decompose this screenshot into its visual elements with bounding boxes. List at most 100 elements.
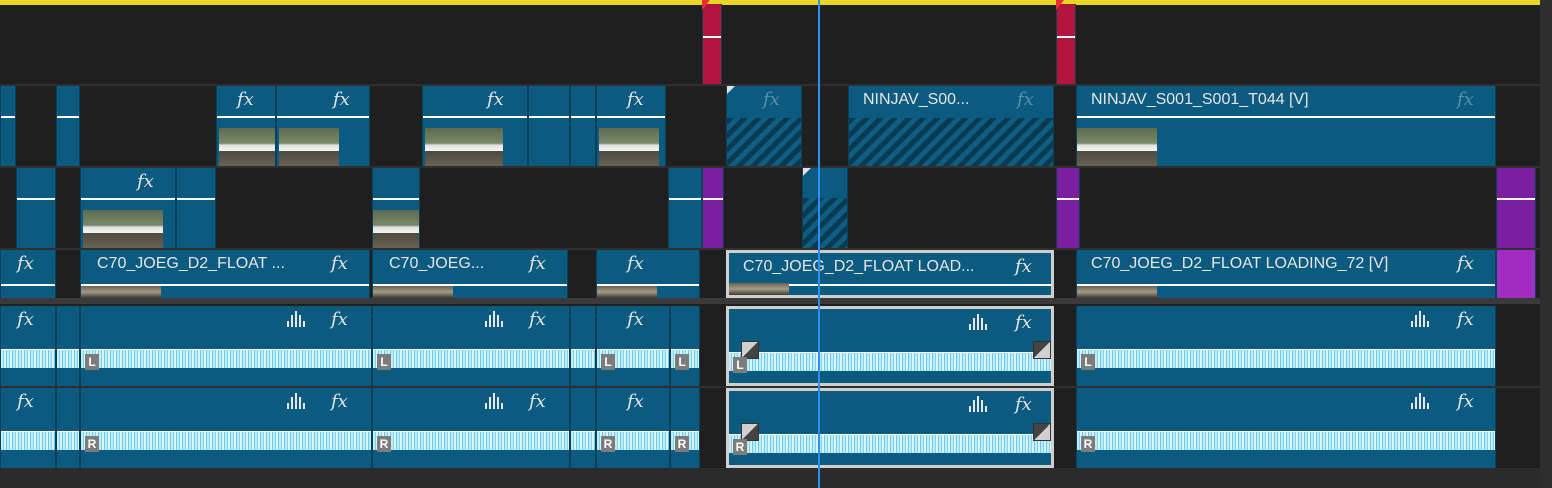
playhead-icon[interactable]	[818, 0, 820, 488]
video-clip-ninjav-1[interactable]: NINJAV_S00... fx	[848, 86, 1054, 166]
clip-name: C70_JOEG...	[389, 255, 485, 272]
video-clip-c70-4[interactable]: C70_JOEG_D2_FLOAT LOADING_72 [V] fx	[1076, 250, 1496, 298]
fx-badge-icon[interactable]: fx	[529, 391, 546, 412]
audio-clip[interactable]	[56, 388, 80, 468]
video-clip[interactable]	[668, 168, 702, 248]
fx-badge-icon[interactable]: fx	[17, 253, 34, 274]
fx-badge-icon[interactable]: fx	[331, 391, 348, 412]
video-clip-c70-2[interactable]: C70_JOEG... fx	[372, 250, 568, 298]
fx-badge-icon[interactable]: fx	[1457, 89, 1474, 110]
transition-handle-icon[interactable]	[1033, 341, 1051, 359]
audio-clip[interactable]: fx R	[372, 388, 570, 468]
audio-clip[interactable]: fx L	[372, 306, 570, 386]
audio-clip[interactable]: fx L	[80, 306, 372, 386]
fx-badge-icon[interactable]: fx	[627, 89, 644, 110]
audio-clip[interactable]	[570, 306, 596, 386]
video-clip[interactable]	[372, 168, 420, 248]
video-clip[interactable]: fx	[0, 250, 56, 298]
fx-badge-icon[interactable]: fx	[137, 171, 154, 192]
marker-clip[interactable]	[702, 4, 722, 84]
marker-clip[interactable]	[1056, 4, 1076, 84]
fx-badge-icon[interactable]: fx	[1457, 309, 1474, 330]
fx-badge-icon[interactable]: fx	[1015, 394, 1032, 415]
audio-waveform	[571, 350, 595, 368]
in-point-marker-icon[interactable]	[1056, 0, 1064, 10]
fx-badge-icon[interactable]: fx	[529, 253, 546, 274]
clip-name: C70_JOEG_D2_FLOAT ...	[97, 255, 285, 272]
clip-thumbnail	[373, 286, 453, 298]
audio-clip[interactable]: R	[670, 388, 700, 468]
audio-waveform-icon	[485, 393, 507, 412]
selected-audio-clip[interactable]: fx L	[726, 306, 1054, 386]
video-clip[interactable]: fx	[276, 86, 370, 166]
video-clip[interactable]: fx	[80, 168, 176, 248]
work-area-bar[interactable]	[0, 0, 1540, 5]
audio-clip[interactable]: fx L	[596, 306, 670, 386]
fx-badge-icon[interactable]: fx	[331, 309, 348, 330]
fx-badge-icon[interactable]: fx	[529, 309, 546, 330]
audio-clip[interactable]: fx	[0, 306, 56, 386]
fx-badge-icon[interactable]: fx	[627, 391, 644, 412]
fx-badge-icon[interactable]: fx	[1015, 256, 1032, 277]
audio-clip[interactable]: fx L	[1076, 306, 1496, 386]
fx-badge-icon[interactable]: fx	[17, 391, 34, 412]
clip-headline	[597, 116, 665, 118]
video-clip[interactable]: fx	[216, 86, 276, 166]
clip-thumbnail	[373, 210, 419, 248]
audio-clip[interactable]	[56, 306, 80, 386]
video-clip-ninjav-2[interactable]: NINJAV_S001_S001_T044 [V] fx	[1076, 86, 1496, 166]
fx-badge-icon[interactable]: fx	[1017, 89, 1034, 110]
clip-thumbnail	[425, 128, 503, 166]
channel-label: R	[377, 436, 391, 452]
in-point-marker-icon[interactable]	[702, 0, 710, 10]
fx-badge-icon[interactable]: fx	[487, 89, 504, 110]
clip-headline	[373, 198, 419, 200]
fx-badge-icon[interactable]: fx	[17, 309, 34, 330]
adjustment-layer-clip[interactable]	[1496, 250, 1536, 298]
audio-waveform	[81, 432, 371, 450]
fx-badge-icon[interactable]: fx	[627, 253, 644, 274]
audio-waveform	[1077, 350, 1495, 368]
fx-badge-icon[interactable]: fx	[333, 89, 350, 110]
video-clip[interactable]: fx	[596, 86, 666, 166]
video-clip[interactable]	[0, 86, 16, 166]
offline-video-clip[interactable]: fx	[726, 86, 802, 166]
vertical-scrollbar[interactable]	[1540, 0, 1552, 488]
video-clip-c70-3[interactable]: C70_JOEG_D2_FLOAT LOAD... fx	[726, 250, 1054, 298]
fx-badge-icon[interactable]: fx	[331, 253, 348, 274]
fx-badge-icon[interactable]: fx	[1457, 253, 1474, 274]
video-clip[interactable]	[570, 86, 596, 166]
selected-audio-clip[interactable]: fx R	[726, 388, 1054, 468]
fx-badge-icon[interactable]: fx	[237, 89, 254, 110]
channel-label: L	[675, 354, 689, 370]
adjustment-layer-clip[interactable]	[1496, 168, 1536, 248]
adjustment-layer-clip[interactable]	[702, 168, 724, 248]
video-audio-divider[interactable]	[0, 298, 1552, 304]
clip-name: C70_JOEG_D2_FLOAT LOADING_72 [V]	[1091, 255, 1389, 272]
transition-handle-icon[interactable]	[1033, 423, 1051, 441]
timeline-panel[interactable]: fx fx fx fx fx NINJAV_S00... fx NINJAV_S…	[0, 0, 1552, 488]
video-clip[interactable]: fx	[422, 86, 528, 166]
audio-clip[interactable]: fx R	[1076, 388, 1496, 468]
audio-waveform	[729, 353, 1051, 371]
fx-badge-icon[interactable]: fx	[763, 89, 780, 110]
fx-badge-icon[interactable]: fx	[1457, 391, 1474, 412]
audio-clip[interactable]: L	[670, 306, 700, 386]
video-clip-c70-1[interactable]: C70_JOEG_D2_FLOAT ... fx	[80, 250, 370, 298]
audio-clip[interactable]: fx R	[80, 388, 372, 468]
offline-video-clip[interactable]	[802, 168, 848, 248]
audio-clip[interactable]: fx	[0, 388, 56, 468]
track-divider	[0, 166, 1552, 168]
audio-waveform-icon	[287, 393, 309, 412]
video-clip[interactable]	[16, 168, 56, 248]
video-clip[interactable]	[528, 86, 570, 166]
video-clip[interactable]	[176, 168, 216, 248]
video-clip[interactable]	[56, 86, 80, 166]
audio-clip[interactable]	[570, 388, 596, 468]
adjustment-layer-clip[interactable]	[1056, 168, 1080, 248]
audio-clip[interactable]: fx R	[596, 388, 670, 468]
video-clip[interactable]: fx	[596, 250, 700, 298]
fx-badge-icon[interactable]: fx	[1015, 312, 1032, 333]
fx-badge-icon[interactable]: fx	[627, 309, 644, 330]
clip-headline	[1077, 116, 1495, 118]
